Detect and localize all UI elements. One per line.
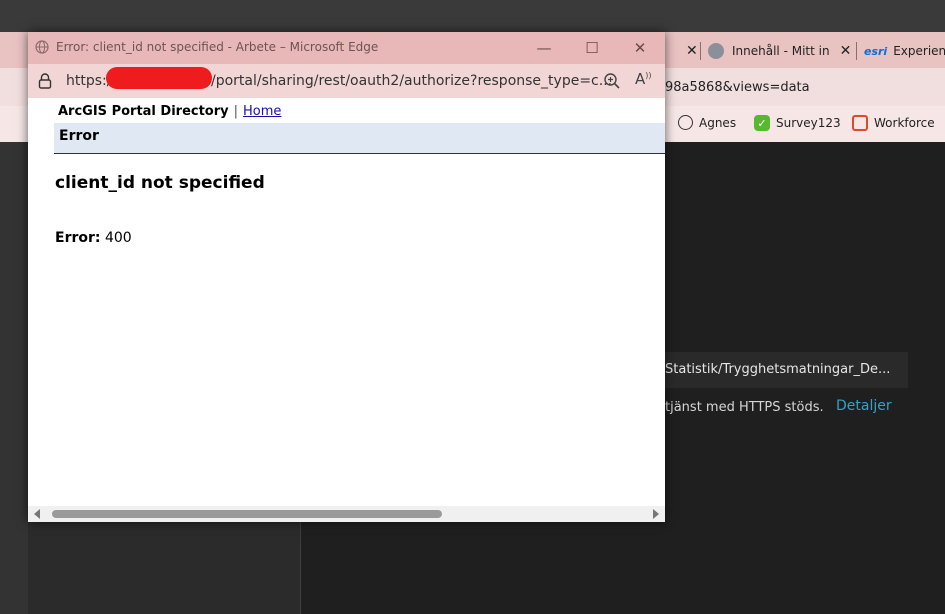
background-title-strip [0, 0, 945, 32]
background-sidebar-strip [0, 142, 28, 614]
close-window-button[interactable]: ✕ [628, 38, 652, 58]
popup-browser-window: Error: client_id not specified - Arbete … [28, 32, 665, 522]
favorite-label: Workforce [874, 116, 935, 130]
favorite-survey123[interactable]: ✓ Survey123 [754, 115, 841, 131]
popup-title-bar[interactable]: Error: client_id not specified - Arbete … [28, 32, 665, 64]
portal-title: ArcGIS Portal Directory [58, 104, 229, 119]
scroll-right-arrow-icon[interactable] [653, 509, 659, 519]
minimize-icon: — [536, 39, 552, 57]
workforce-icon [852, 115, 868, 131]
https-support-text: tjänst med HTTPS stöds. [665, 400, 824, 415]
minimize-button[interactable]: — [532, 38, 556, 58]
zoom-in-icon[interactable] [603, 72, 621, 90]
horizontal-scrollbar[interactable] [28, 506, 665, 522]
globe-icon [708, 43, 724, 59]
tab-innehall[interactable]: Innehåll - Mitt in ✕ [708, 38, 851, 64]
tab-separator [700, 42, 701, 60]
tab-close-button[interactable]: ✕ [676, 38, 698, 64]
tab-experience[interactable]: esri Experienc [864, 38, 945, 64]
redaction-mark [106, 67, 212, 89]
details-link[interactable]: Detaljer [836, 398, 892, 414]
error-code-label: Error: [55, 230, 101, 246]
globe-icon [678, 115, 693, 130]
survey123-icon: ✓ [754, 115, 770, 131]
error-code-value: 400 [104, 230, 132, 246]
favorite-agnes[interactable]: Agnes [678, 115, 736, 130]
maximize-icon: ☐ [585, 39, 599, 57]
service-path: Statistik/Trygghetsmatningar_De... [665, 362, 891, 377]
favorite-label: Agnes [699, 115, 737, 130]
error-code-line: Error: 400 [55, 230, 132, 246]
header-separator: | [233, 104, 239, 119]
esri-logo: esri [864, 44, 888, 58]
maximize-button[interactable]: ☐ [580, 38, 604, 58]
page-content: ArcGIS Portal Directory | Home Error clien… [28, 98, 665, 506]
tab-separator [856, 42, 857, 60]
error-section-bar: Error [54, 123, 665, 154]
background-url-fragment[interactable]: 98a5868&views=data [665, 80, 810, 95]
error-heading: client_id not specified [55, 173, 265, 193]
read-aloud-icon[interactable]: A)) [635, 70, 652, 88]
favorite-workforce[interactable]: Workforce [852, 115, 935, 131]
address-prefix[interactable]: https:/ [66, 73, 111, 89]
popup-address-bar[interactable]: https:/ /portal/sharing/rest/oauth2/auth… [28, 64, 665, 98]
tab-label: Experienc [893, 44, 945, 58]
scroll-left-arrow-icon[interactable] [34, 509, 40, 519]
globe-icon [35, 40, 49, 54]
portal-header: ArcGIS Portal Directory | Home [58, 104, 281, 119]
favorite-label: Survey123 [776, 116, 841, 130]
error-section-label: Error [59, 128, 99, 144]
scrollbar-thumb[interactable] [52, 510, 442, 518]
popup-window-title: Error: client_id not specified - Arbete … [56, 40, 379, 54]
tab-label: Innehåll - Mitt in [732, 44, 830, 58]
address-path[interactable]: /portal/sharing/rest/oauth2/authorize?re… [211, 73, 612, 89]
close-icon[interactable]: ✕ [686, 43, 698, 59]
close-icon[interactable]: ✕ [840, 43, 852, 59]
lock-icon[interactable] [38, 73, 52, 89]
close-icon: ✕ [633, 39, 647, 57]
home-link[interactable]: Home [243, 104, 281, 119]
